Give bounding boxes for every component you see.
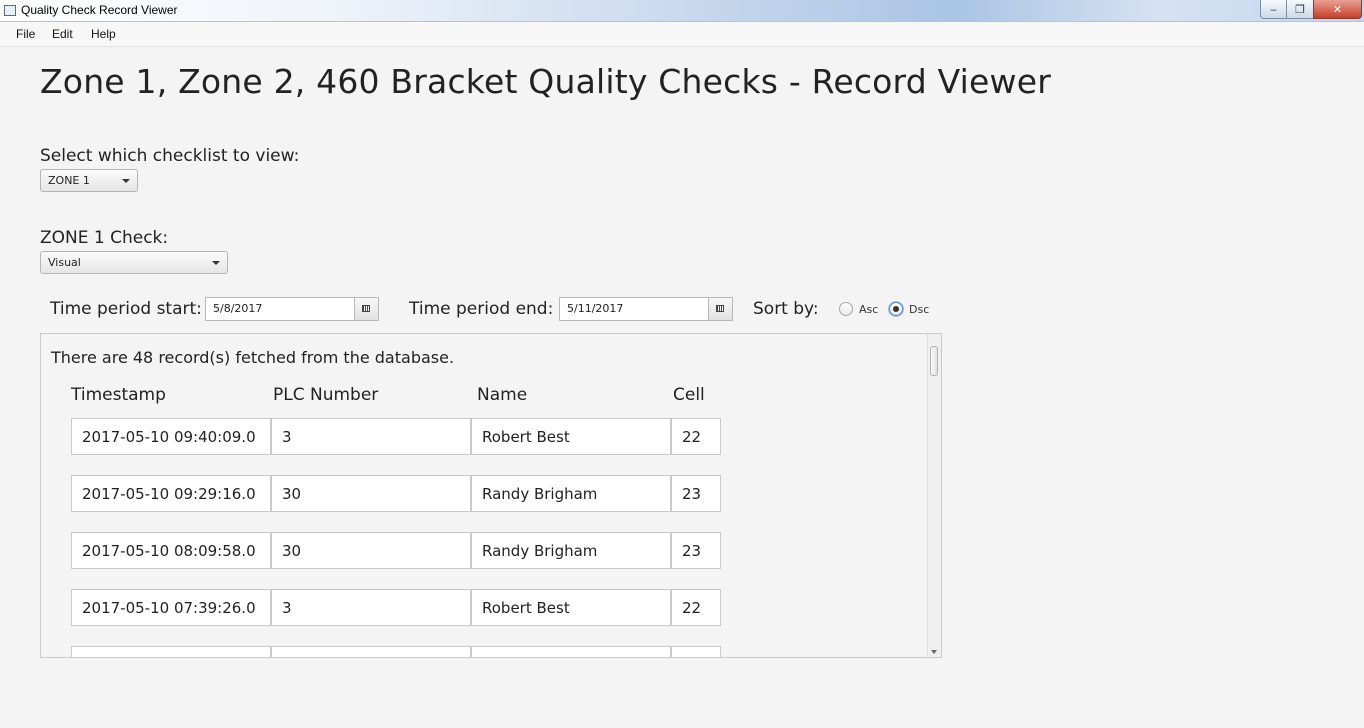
sort-dsc-label[interactable]: Dsc — [909, 303, 929, 316]
period-end-label: Time period end: — [409, 299, 554, 319]
period-end-calendar-button[interactable] — [708, 298, 732, 320]
timestamp-field[interactable]: 2017-05-10 07:39:26.0 — [71, 589, 271, 626]
records-scroll-panel[interactable]: There are 48 record(s) fetched from the … — [40, 333, 942, 658]
menu-edit[interactable]: Edit — [52, 27, 73, 41]
maximize-icon: ❐ — [1295, 2, 1305, 16]
name-field[interactable]: Robert Best — [471, 418, 671, 455]
minimize-button[interactable]: ‒ — [1260, 0, 1287, 19]
cell-field[interactable]: 22 — [671, 589, 721, 626]
period-start-label: Time period start: — [50, 299, 202, 319]
checklist-select[interactable]: ZONE 1 — [40, 169, 138, 192]
column-header-timestamp: Timestamp — [71, 385, 166, 405]
sort-dsc-radio[interactable] — [889, 302, 903, 316]
calendar-icon — [716, 305, 724, 312]
chevron-down-icon — [122, 179, 130, 183]
period-end-field[interactable]: 5/11/2017 — [559, 297, 733, 321]
scrollbar-thumb[interactable] — [930, 346, 938, 376]
period-start-value: 5/8/2017 — [213, 302, 263, 315]
timestamp-field[interactable] — [71, 646, 271, 657]
plc-number-field[interactable]: 30 — [271, 475, 471, 512]
vertical-scrollbar[interactable] — [927, 334, 941, 657]
plc-number-field[interactable]: 3 — [271, 589, 471, 626]
timestamp-field[interactable]: 2017-05-10 08:09:58.0 — [71, 532, 271, 569]
plc-number-field[interactable] — [271, 646, 471, 657]
minimize-icon: ‒ — [1270, 2, 1277, 16]
close-button[interactable]: ✕ — [1313, 0, 1362, 19]
app-icon — [4, 5, 16, 16]
cell-field[interactable]: 23 — [671, 475, 721, 512]
timestamp-field[interactable]: 2017-05-10 09:29:16.0 — [71, 475, 271, 512]
name-field[interactable]: Randy Brigham — [471, 475, 671, 512]
name-field[interactable]: Robert Best — [471, 589, 671, 626]
check-label: ZONE 1 Check: — [40, 228, 169, 248]
page-title: Zone 1, Zone 2, 460 Bracket Quality Chec… — [40, 62, 1051, 101]
menu-file[interactable]: File — [16, 27, 35, 41]
sort-asc-label[interactable]: Asc — [859, 303, 878, 316]
cell-field[interactable] — [671, 646, 721, 657]
scroll-down-arrow-icon[interactable] — [931, 650, 937, 654]
sort-asc-radio[interactable] — [839, 302, 853, 316]
radio-selected-dot — [893, 306, 899, 312]
name-field[interactable] — [471, 646, 671, 657]
checklist-selected-value: ZONE 1 — [48, 174, 90, 187]
close-icon: ✕ — [1332, 2, 1343, 16]
checklist-label: Select which checklist to view: — [40, 146, 300, 166]
column-header-cell: Cell — [673, 385, 705, 405]
cell-field[interactable]: 22 — [671, 418, 721, 455]
period-start-field[interactable]: 5/8/2017 — [205, 297, 379, 321]
plc-number-field[interactable]: 3 — [271, 418, 471, 455]
period-start-calendar-button[interactable] — [354, 298, 378, 320]
period-end-value: 5/11/2017 — [567, 302, 624, 315]
timestamp-field[interactable]: 2017-05-10 09:40:09.0 — [71, 418, 271, 455]
check-selected-value: Visual — [48, 256, 81, 269]
name-field[interactable]: Randy Brigham — [471, 532, 671, 569]
chevron-down-icon — [212, 261, 220, 265]
menu-help[interactable]: Help — [91, 27, 116, 41]
window-title: Quality Check Record Viewer — [21, 3, 178, 17]
cell-field[interactable]: 23 — [671, 532, 721, 569]
menu-bar: File Edit Help — [0, 22, 1364, 47]
maximize-button[interactable]: ❐ — [1286, 0, 1314, 19]
column-header-plc-number: PLC Number — [273, 385, 379, 405]
window-title-bar: Quality Check Record Viewer ‒ ❐ ✕ — [0, 0, 1364, 22]
plc-number-field[interactable]: 30 — [271, 532, 471, 569]
calendar-icon — [362, 305, 370, 312]
sort-label: Sort by: — [753, 299, 819, 319]
records-count-message: There are 48 record(s) fetched from the … — [51, 348, 455, 367]
column-header-name: Name — [477, 385, 528, 405]
check-select[interactable]: Visual — [40, 251, 228, 274]
